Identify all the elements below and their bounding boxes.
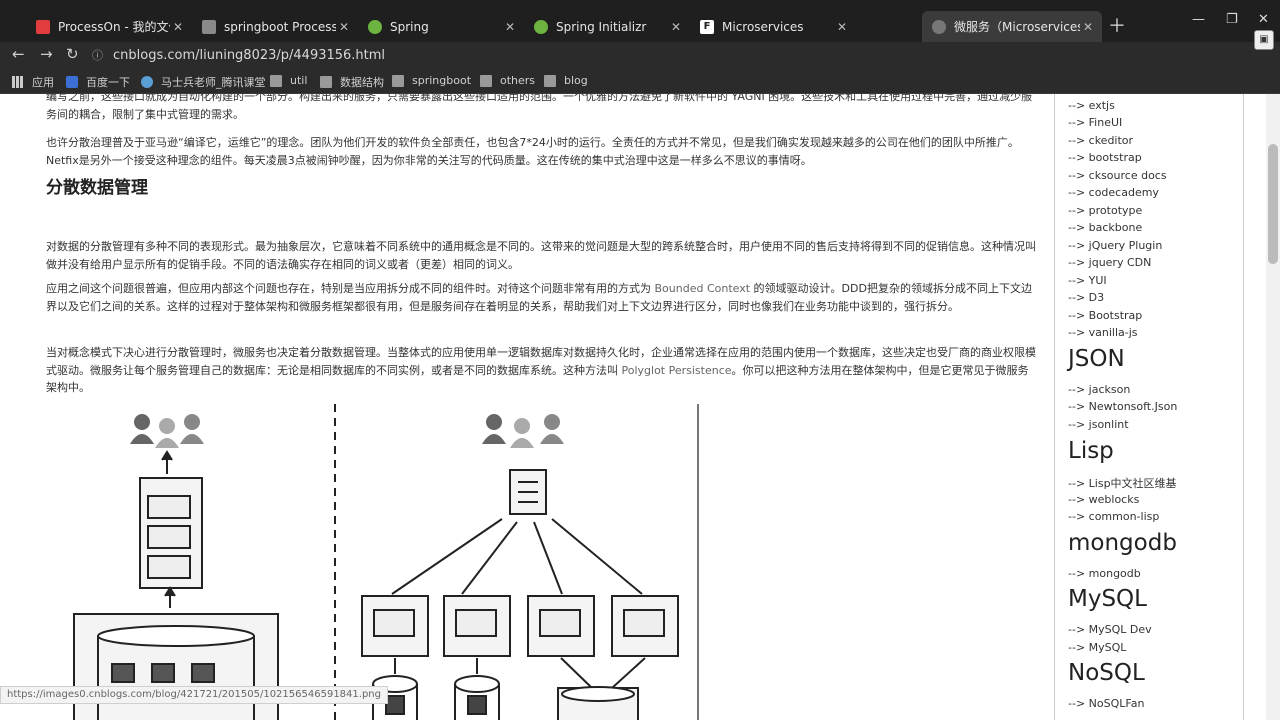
sidebar-link-ckeditor[interactable]: --> ckeditor [1068, 134, 1133, 147]
tab-processon[interactable]: ProcessOn - 我的文件 ✕ [26, 11, 192, 42]
sidebar-link-extjs[interactable]: --> extjs [1068, 99, 1115, 112]
polyglot-persistence-term: Polyglot Persistence [621, 363, 732, 377]
tab-weifuwu-active[interactable]: 微服务（Microservices） ✕ [922, 11, 1102, 42]
reload-icon[interactable]: ↻ [66, 45, 79, 63]
close-window-icon[interactable]: ✕ [1258, 12, 1269, 27]
category-mongodb: mongodb [1068, 530, 1177, 556]
new-tab-plus-icon[interactable]: ＋ [1108, 12, 1126, 38]
category-json: JSON [1068, 346, 1125, 372]
sidebar-link-jquery-cdn[interactable]: --> jquery CDN [1068, 256, 1151, 269]
tencent-class-icon [141, 76, 153, 88]
folder-icon [270, 74, 282, 87]
spring-favicon-icon [534, 19, 548, 34]
sidebar-link-lisp-wiki[interactable]: --> Lisp中文社区维基 [1068, 475, 1177, 491]
bookmark-folder-springboot[interactable]: springboot [392, 74, 471, 87]
spring-favicon-icon [368, 19, 382, 34]
users-icon [482, 414, 564, 448]
back-arrow-icon[interactable]: ← [12, 45, 25, 63]
section-heading: 分散数据管理 [46, 178, 148, 198]
article-paragraph: 对数据的分散管理有多种不同的表现形式。最为抽象层次，它意味着不同系统中的通用概念… [46, 240, 1036, 271]
article-paragraph: 编写之前，这些接口就成为自动化构建的一个部分。构建出来的服务，只需要暴露出这些接… [46, 94, 1033, 121]
bookmark-baidu[interactable]: 百度一下 [66, 74, 130, 90]
document-favicon-icon [202, 19, 216, 34]
sidebar-link-jackson[interactable]: --> jackson [1068, 383, 1130, 396]
minimize-icon[interactable]: — [1192, 12, 1205, 27]
maximize-icon[interactable]: ❐ [1226, 12, 1238, 27]
category-lisp: Lisp [1068, 438, 1114, 464]
tab-microservices[interactable]: F Microservices ✕ [690, 11, 856, 42]
close-tab-icon[interactable]: ✕ [834, 20, 850, 34]
sidebar-link-newtonsoft[interactable]: --> Newtonsoft.Json [1068, 400, 1177, 413]
forward-arrow-icon[interactable]: → [40, 45, 53, 63]
category-nosql: NoSQL [1068, 660, 1145, 686]
article-paragraph: 也许分散治理普及于亚马逊“编译它，运维它”的理念。团队为他们开发的软件负全部责任… [46, 136, 1019, 167]
sidebar-link-mysql[interactable]: --> MySQL [1068, 641, 1126, 654]
article-paragraph: 当对概念模式下决心进行分散管理时，微服务也决定着分散数据管理。当整体式的应用使用… [46, 346, 1036, 394]
page-favicon-icon [932, 19, 946, 34]
close-tab-icon[interactable]: ✕ [336, 20, 352, 34]
sidebar-link-prototype[interactable]: --> prototype [1068, 204, 1142, 217]
address-bar[interactable]: ⓘ cnblogs.com/liuning8023/p/4493156.html [92, 44, 1242, 66]
baidu-icon [66, 76, 78, 88]
tab-spring[interactable]: Spring ✕ [358, 11, 524, 42]
sidebar-link-mongodb[interactable]: --> mongodb [1068, 567, 1141, 580]
blog-sidebar: --> extjs --> FineUI --> ckeditor --> bo… [1054, 94, 1244, 720]
info-icon[interactable]: ⓘ [92, 47, 103, 63]
folder-icon [320, 76, 332, 88]
f-favicon-icon: F [700, 19, 714, 34]
sidebar-link-yui[interactable]: --> YUI [1068, 274, 1107, 287]
bounded-context-term: Bounded Context [654, 282, 751, 295]
sidebar-link-codecademy[interactable]: --> codecademy [1068, 186, 1159, 199]
close-tab-icon[interactable]: ✕ [502, 20, 518, 34]
apps-grid-icon [12, 76, 24, 88]
extension-icon[interactable]: ▣ [1254, 30, 1274, 50]
status-bar-url: https://images0.cnblogs.com/blog/421721/… [0, 686, 388, 704]
folder-icon [480, 74, 492, 87]
bookmark-apps[interactable]: 应用 [12, 74, 54, 90]
close-tab-icon[interactable]: ✕ [170, 20, 186, 34]
sidebar-link-d3[interactable]: --> D3 [1068, 291, 1104, 304]
web-page: 编写之前，这些接口就成为自动化构建的一个部分。构建出来的服务，只需要暴露出这些接… [0, 94, 1280, 720]
bookmarks-bar: 应用 百度一下 马士兵老师_腾讯课堂 util 数据结构 springboot … [0, 68, 1280, 94]
sidebar-link-mysql-dev[interactable]: --> MySQL Dev [1068, 623, 1152, 636]
decentralized-data-diagram [73, 404, 699, 720]
sidebar-link-fineui[interactable]: --> FineUI [1068, 116, 1122, 129]
sidebar-link-jquery-plugin[interactable]: --> jQuery Plugin [1068, 239, 1162, 252]
bookmark-folder-blog[interactable]: blog [544, 74, 588, 87]
close-tab-icon[interactable]: ✕ [1080, 20, 1096, 34]
folder-icon [544, 74, 556, 87]
users-icon [130, 414, 204, 448]
sidebar-link-backbone[interactable]: --> backbone [1068, 221, 1142, 234]
bookmark-folder-util[interactable]: util [270, 74, 307, 87]
scrollbar-thumb[interactable] [1268, 144, 1278, 264]
tab-springboot-processon[interactable]: springboot ProcessOn Mi ✕ [192, 11, 358, 42]
article-paragraph: 应用之间这个问题很普遍，但应用内部这个问题也存在，特别是当应用拆分成不同的组件时… [46, 282, 1032, 313]
bookmark-folder-others[interactable]: others [480, 74, 535, 87]
close-tab-icon[interactable]: ✕ [668, 20, 684, 34]
sidebar-link-vanilla-js[interactable]: --> vanilla-js [1068, 326, 1138, 339]
sidebar-link-common-lisp[interactable]: --> common-lisp [1068, 510, 1159, 523]
sidebar-link-cksource[interactable]: --> cksource docs [1068, 169, 1167, 182]
article-body: 编写之前，这些接口就成为自动化构建的一个部分。构建出来的服务，只需要暴露出这些接… [12, 94, 1044, 720]
folder-icon [392, 74, 404, 87]
category-mysql: MySQL [1068, 586, 1147, 612]
tab-strip: ProcessOn - 我的文件 ✕ springboot ProcessOn … [0, 0, 1280, 42]
sidebar-link-bootstrap-2[interactable]: --> Bootstrap [1068, 309, 1142, 322]
browser-toolbar: ← → ↻ ⓘ cnblogs.com/liuning8023/p/449315… [0, 42, 1280, 68]
url-text: cnblogs.com/liuning8023/p/4493156.html [113, 47, 386, 63]
sidebar-link-bootstrap[interactable]: --> bootstrap [1068, 151, 1142, 164]
sidebar-link-weblocks[interactable]: --> weblocks [1068, 493, 1139, 506]
bookmark-mashibing[interactable]: 马士兵老师_腾讯课堂 [141, 74, 266, 90]
page-scrollbar[interactable] [1266, 94, 1280, 720]
processon-favicon-icon [36, 19, 50, 34]
tab-spring-initializr[interactable]: Spring Initializr ✕ [524, 11, 690, 42]
sidebar-link-nosqlfan[interactable]: --> NoSQLFan [1068, 697, 1144, 710]
bookmark-folder-datastructure[interactable]: 数据结构 [320, 74, 384, 90]
sidebar-link-jsonlint[interactable]: --> jsonlint [1068, 418, 1129, 431]
